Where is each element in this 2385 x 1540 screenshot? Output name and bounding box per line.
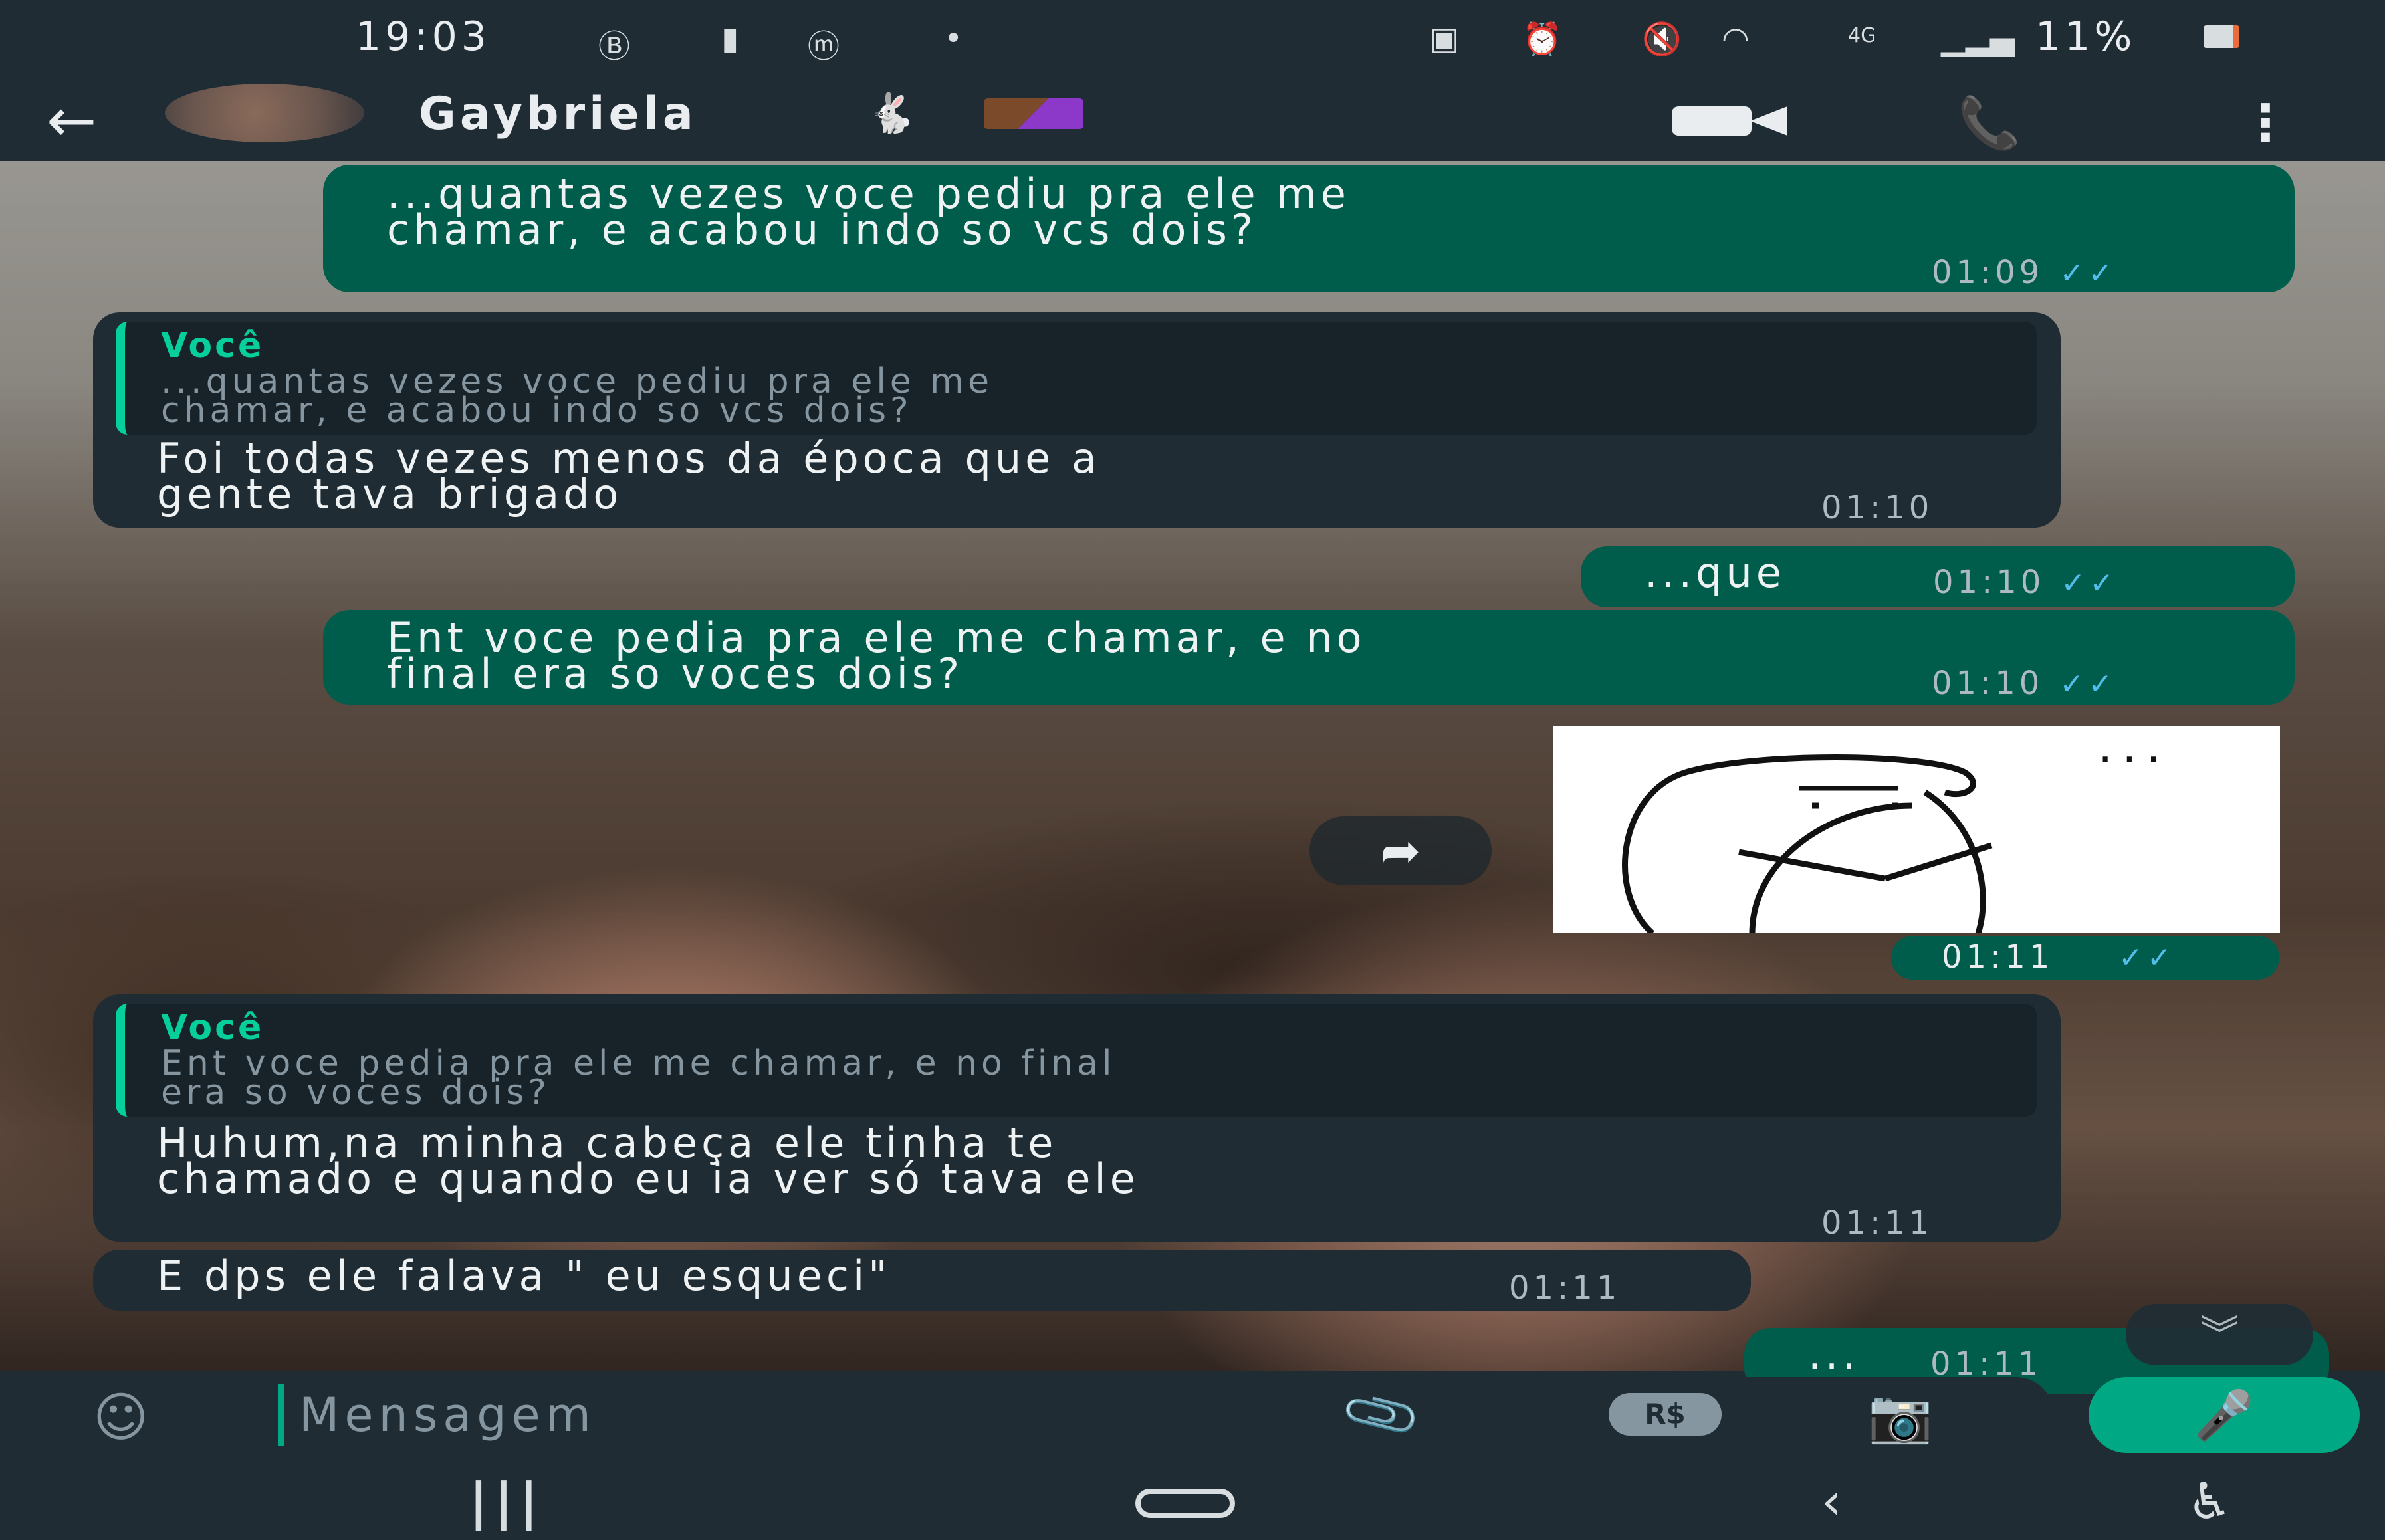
battery-icon <box>2204 25 2239 48</box>
video-camera-icon <box>1672 106 1752 136</box>
quoted-message[interactable]: Você ...quantas vezes voce pediu pra ele… <box>116 322 2037 435</box>
message-bubble-incoming[interactable]: Você ...quantas vezes voce pediu pra ele… <box>93 312 2061 528</box>
b-circle-icon: Ⓑ <box>598 28 631 65</box>
read-ticks-icon: ✓✓ <box>2118 941 2176 975</box>
microphone-icon: 🎤 <box>2194 1387 2254 1443</box>
message-text-line: final era so voces dois? <box>387 649 964 698</box>
nav-back-icon[interactable]: ‹ <box>1821 1472 1841 1531</box>
video-camera-lens <box>1750 106 1787 136</box>
message-text-line: gente tava brigado <box>157 470 623 518</box>
arrow-left-icon: ← <box>47 86 97 156</box>
message-input[interactable] <box>278 1384 1275 1446</box>
quote-text-line: era so voces dois? <box>161 1073 550 1113</box>
message-time: 01:11 <box>1942 938 2054 976</box>
forward-arrow-icon: ➦ <box>1380 823 1421 879</box>
sticker-meta: 01:11 ✓✓ <box>1891 936 2279 980</box>
status-bar: 19:03 Ⓑ ▮ ⓜ • ▣ ⏰ 🔇 ◠ 4G ▁▂▄ 11% <box>0 0 2385 80</box>
quoted-message[interactable]: Você Ent voce pedia pra ele me chamar, e… <box>116 1004 2037 1117</box>
screenshot-icon: ▣ <box>1429 20 1460 57</box>
message-time: 01:11 <box>1509 1269 1621 1307</box>
message-meta: 01:09 ✓✓ <box>1932 254 2116 291</box>
read-ticks-icon: ✓✓ <box>2059 667 2117 701</box>
alarm-icon: ⏰ <box>1522 21 1562 58</box>
message-bubble-outgoing[interactable]: ...quantas vezes voce pediu pra ele me c… <box>323 165 2295 292</box>
message-input-bar: ☺ 📎 R$ 📷 <box>27 1372 2054 1458</box>
signal-icon: ▁▂▄ <box>1941 20 2015 57</box>
message-time: 01:10 <box>1932 665 2044 702</box>
read-ticks-icon: ✓✓ <box>2059 257 2117 290</box>
voice-call-button[interactable]: 📞 <box>1958 93 2021 153</box>
chat-header: ← Gaybriela 🐇 📞 ⋮ <box>0 80 2385 161</box>
sticker-ellipsis: ... <box>2098 719 2170 774</box>
video-call-button[interactable] <box>1672 100 1791 140</box>
double-chevron-down-icon: ︾ <box>2200 1312 2239 1357</box>
quote-author: Você <box>161 326 265 366</box>
message-text: ...que <box>1645 548 1785 597</box>
message-time: 01:10 <box>1933 564 2045 601</box>
system-nav-bar: ||| ‹ ♿ <box>0 1460 2385 1540</box>
message-bubble-incoming[interactable]: Você Ent voce pedia pra ele me chamar, e… <box>93 994 2061 1242</box>
home-icon[interactable] <box>1135 1489 1235 1518</box>
payment-button[interactable]: R$ <box>1609 1393 1722 1436</box>
microphone-button[interactable]: 🎤 <box>2089 1377 2360 1453</box>
contact-name[interactable]: Gaybriela <box>419 88 697 140</box>
message-ticks: ✓✓ <box>2102 938 2176 976</box>
message-bubble-outgoing[interactable]: ...que 01:10 ✓✓ <box>1581 546 2295 607</box>
forward-button[interactable]: ➦ <box>1309 816 1492 885</box>
message-text-line: chamar, e acabou indo so vcs dois? <box>387 205 1257 254</box>
camera-icon[interactable]: 📷 <box>1868 1386 1932 1447</box>
quote-text-line: chamar, e acabou indo so vcs dois? <box>161 391 913 431</box>
4g-icon: 4G <box>1848 24 1876 47</box>
scroll-down-button[interactable]: ︾ <box>2126 1304 2313 1365</box>
message-meta: 01:10 ✓✓ <box>1932 665 2116 702</box>
message-time: 01:11 <box>1821 1204 1934 1242</box>
m-icon: ⓜ <box>808 28 840 65</box>
read-ticks-icon: ✓✓ <box>2061 566 2118 600</box>
paperclip-icon[interactable]: 📎 <box>1338 1372 1426 1458</box>
message-text-line: chamado e quando eu ia ver só tava ele <box>157 1155 1139 1203</box>
dot-icon: • <box>944 20 963 57</box>
message-text: E dps ele falava " eu esqueci" <box>157 1252 891 1300</box>
emoji-smile-icon[interactable]: ☺ <box>93 1386 148 1448</box>
message-bubble-incoming[interactable]: E dps ele falava " eu esqueci" 01:11 <box>93 1250 1751 1311</box>
message-bubble-outgoing[interactable]: Ent voce pedia pra ele me chamar, e no f… <box>323 610 2295 705</box>
wifi-icon: ◠ <box>1722 20 1750 57</box>
accessibility-icon[interactable]: ♿ <box>2187 1472 2232 1531</box>
message-meta: 01:10 ✓✓ <box>1933 564 2118 601</box>
sticker-drawing <box>1622 754 1993 936</box>
mute-icon: 🔇 <box>1642 21 1682 58</box>
rabbit-emoji-icon: 🐇 <box>867 90 916 136</box>
contact-avatar[interactable] <box>165 84 364 142</box>
chocolate-emoji-icon <box>984 98 1083 129</box>
message-time: 01:10 <box>1821 489 1934 526</box>
message-text: ... <box>1808 1330 1860 1378</box>
status-time: 19:03 <box>356 13 491 60</box>
recent-apps-icon[interactable]: ||| <box>469 1472 544 1531</box>
battery-percent: 11% <box>2035 13 2136 60</box>
more-vertical-icon[interactable]: ⋮ <box>2240 93 2291 152</box>
quote-author: Você <box>161 1008 265 1047</box>
flork-clock-sticker[interactable]: ... <box>1553 719 2280 936</box>
message-time: 01:09 <box>1932 254 2044 291</box>
battery-saver-icon: ▮ <box>721 20 739 57</box>
back-button[interactable]: ← <box>47 88 146 154</box>
